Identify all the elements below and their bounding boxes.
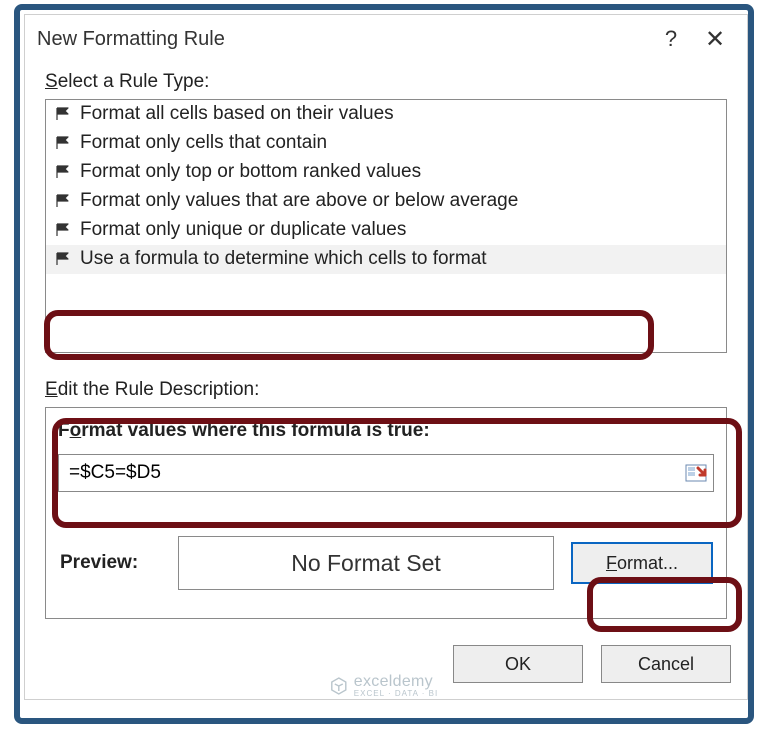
rule-item-icon: [56, 223, 72, 237]
dialog-content: Select a Rule Type: Format all cells bas…: [25, 63, 747, 633]
new-formatting-rule-dialog: New Formatting Rule ? ✕ Select a Rule Ty…: [24, 14, 748, 700]
rule-description-label: Edit the Rule Description:: [45, 379, 727, 401]
rule-type-item-label: Format only values that are above or bel…: [80, 190, 518, 212]
rule-type-label: Select a Rule Type:: [45, 71, 727, 93]
help-button[interactable]: ?: [649, 26, 693, 52]
collapse-dialog-button[interactable]: [679, 455, 713, 491]
rule-type-item[interactable]: Format only unique or duplicate values: [46, 216, 726, 245]
rule-type-item[interactable]: Format only values that are above or bel…: [46, 187, 726, 216]
formula-block: Format values where this formula is true…: [46, 408, 726, 506]
rule-type-item-label: Format only top or bottom ranked values: [80, 161, 421, 183]
rule-type-item[interactable]: Use a formula to determine which cells t…: [46, 245, 726, 274]
rule-type-item[interactable]: Format only top or bottom ranked values: [46, 158, 726, 187]
title-bar: New Formatting Rule ? ✕: [25, 15, 747, 63]
screenshot-frame: New Formatting Rule ? ✕ Select a Rule Ty…: [14, 4, 754, 724]
rule-type-item-label: Format only unique or duplicate values: [80, 219, 406, 241]
rule-description-box: Format values where this formula is true…: [45, 407, 727, 619]
preview-row: Preview: No Format Set Format...: [46, 506, 726, 618]
formula-row: [58, 454, 714, 492]
rule-item-icon: [56, 165, 72, 179]
rule-item-icon: [56, 136, 72, 150]
range-select-icon: [685, 462, 707, 484]
rule-type-list[interactable]: Format all cells based on their values Fo…: [45, 99, 727, 353]
rule-item-icon: [56, 107, 72, 121]
rule-type-item-label: Use a formula to determine which cells t…: [80, 248, 487, 270]
formula-input[interactable]: [59, 455, 679, 491]
rule-item-icon: [56, 252, 72, 266]
dialog-title: New Formatting Rule: [37, 28, 649, 51]
preview-label: Preview:: [60, 552, 160, 574]
format-button[interactable]: Format...: [572, 543, 712, 583]
rule-item-icon: [56, 194, 72, 208]
dialog-buttons: OK Cancel: [25, 633, 747, 699]
cancel-button[interactable]: Cancel: [601, 645, 731, 683]
rule-type-item[interactable]: Format only cells that contain: [46, 129, 726, 158]
preview-swatch: No Format Set: [178, 536, 554, 590]
rule-type-item-label: Format only cells that contain: [80, 132, 327, 154]
formula-label: Format values where this formula is true…: [58, 420, 714, 442]
rule-type-item[interactable]: Format all cells based on their values: [46, 100, 726, 129]
close-button[interactable]: ✕: [693, 25, 737, 54]
ok-button[interactable]: OK: [453, 645, 583, 683]
rule-type-item-label: Format all cells based on their values: [80, 103, 394, 125]
